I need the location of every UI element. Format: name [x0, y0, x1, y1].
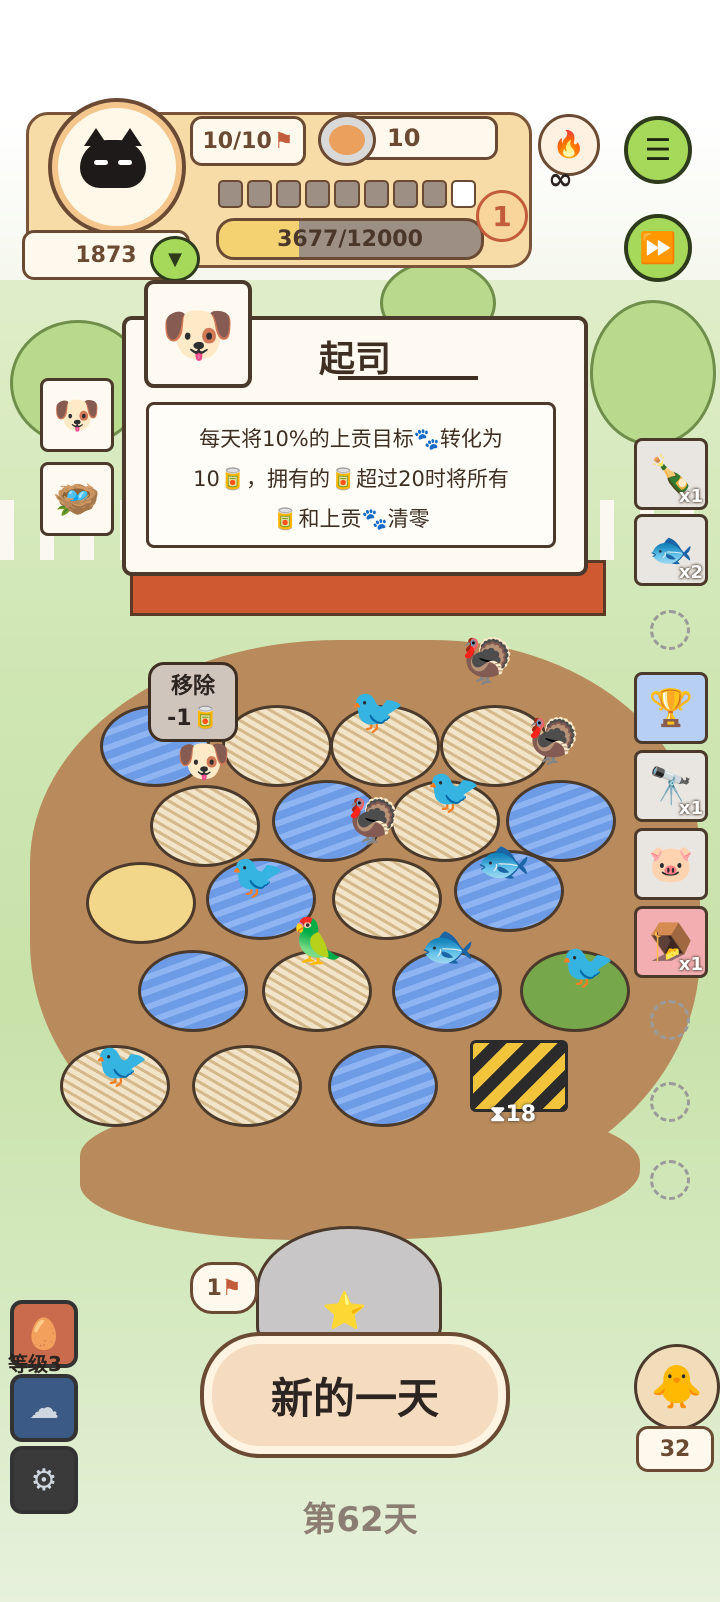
level-label: 等级3	[8, 1352, 62, 1376]
settings-button[interactable]: ⚙	[10, 1446, 78, 1514]
magpie-bird[interactable]: 🐦	[350, 690, 405, 734]
day-label: 第62天	[302, 1500, 418, 1540]
progress-dot	[421, 180, 447, 208]
cloud-icon: ☁	[29, 1390, 59, 1426]
cheese-dog-character[interactable]: 🐶	[176, 740, 231, 784]
parrot-bird[interactable]: 🦜	[290, 920, 345, 964]
item-count: x2	[678, 562, 703, 583]
item-count: x1	[678, 798, 703, 819]
fish-bird[interactable]: 🐟	[476, 840, 531, 884]
fish-bird[interactable]: 🐟	[420, 925, 475, 969]
energy-counter: 10/10 ⚑	[190, 116, 306, 166]
progress-dot	[450, 180, 476, 208]
tooltip-line: 10🥫，拥有的🥫超过20时将所有	[193, 467, 509, 491]
energy-value: 10/10	[202, 128, 272, 154]
egg-icon: 🥚	[25, 1316, 63, 1352]
progress-dot	[334, 180, 360, 208]
item-bottle[interactable]: 🍾 x1	[634, 438, 708, 510]
item-count: x1	[678, 954, 703, 975]
remove-cost: -1🥫	[167, 706, 219, 731]
construction-timer: ⧗18	[490, 1102, 537, 1127]
item-piggy-bank[interactable]: 🐷	[634, 828, 708, 900]
bird-collection-button[interactable]: 🐥	[634, 1344, 720, 1430]
new-day-button[interactable]: 新的一天	[200, 1332, 510, 1458]
progress-dot	[305, 180, 331, 208]
nest-tile[interactable]	[192, 1045, 302, 1127]
level-badge: 1	[476, 190, 528, 242]
coin-value: 10	[387, 124, 421, 152]
progress-dot	[363, 180, 389, 208]
progress-dot	[392, 180, 418, 208]
globe-button[interactable]: ☁	[10, 1374, 78, 1442]
fast-forward-icon: ⏩	[639, 230, 677, 266]
bird-count: 32	[636, 1426, 714, 1472]
hornbill-bird[interactable]: 🦃	[346, 800, 401, 844]
magpie-bird[interactable]: 🐦	[230, 855, 285, 899]
sand-tile[interactable]	[86, 862, 196, 944]
progress-dot	[247, 180, 273, 208]
tin-can-icon	[318, 114, 376, 166]
infinity-label: ∞	[548, 162, 573, 197]
gear-icon: ⚙	[30, 1462, 58, 1498]
nest-card[interactable]: 🪺	[40, 462, 114, 536]
magpie-bird[interactable]: 🐦	[426, 770, 481, 814]
water-tile[interactable]	[328, 1045, 438, 1127]
magpie-bird[interactable]: 🐦	[560, 945, 615, 989]
item-birdcage[interactable]: 🪤 x1	[634, 906, 708, 978]
hornbill-bird[interactable]: 🦃	[526, 720, 581, 764]
tree	[590, 300, 716, 446]
xp-text: 3677/12000	[277, 226, 423, 252]
empty-slot-icon	[650, 610, 690, 650]
item-trophy[interactable]: 🏆	[634, 672, 708, 744]
tooltip-line: 每天将10%的上贡目标🐾转化为	[199, 427, 503, 451]
progress-dot	[218, 180, 244, 208]
piggy-bank-icon: 🐷	[648, 844, 694, 885]
cheese-dog-portrait: 🐶	[144, 280, 252, 388]
flag-count: 1	[206, 1275, 222, 1301]
remove-bubble[interactable]: 移除 -1🥫	[148, 662, 238, 742]
title-underline	[338, 376, 478, 380]
nest-tile[interactable]	[222, 705, 332, 787]
empty-slot-icon	[650, 1000, 690, 1040]
water-tile[interactable]	[138, 950, 248, 1032]
tooltip-line: 🥫和上贡🐾清零	[272, 507, 430, 531]
daily-progress-dots	[218, 180, 476, 210]
flag-count-bubble: 1 ⚑	[190, 1262, 258, 1314]
item-fish[interactable]: 🐟 x2	[634, 514, 708, 586]
flag-icon: ⚑	[221, 1275, 242, 1301]
remove-label: 移除	[170, 674, 215, 699]
progress-dot	[276, 180, 302, 208]
empty-slot-icon	[650, 1082, 690, 1122]
list-icon: ☰	[644, 132, 672, 168]
fast-forward-button[interactable]: ⏩	[624, 214, 692, 282]
item-binoculars[interactable]: 🔭 x1	[634, 750, 708, 822]
black-cat-avatar-icon	[80, 128, 146, 188]
hornbill-bird[interactable]: 🦃	[460, 640, 515, 684]
flag-icon: ⚑	[273, 128, 294, 154]
menu-list-button[interactable]: ☰	[624, 116, 692, 184]
star-icon: ⭐	[322, 1291, 367, 1332]
magpie-bird[interactable]: 🐦	[94, 1044, 149, 1088]
cheese-dog-card[interactable]: 🐶	[40, 378, 114, 452]
xp-progress-bar: 3677/12000	[216, 218, 484, 260]
trophy-icon: 🏆	[648, 688, 694, 729]
expand-chevron-down-icon[interactable]: ▼	[150, 236, 200, 282]
tooltip-description: 每天将10%的上贡目标🐾转化为 10🥫，拥有的🥫超过20时将所有 🥫和上贡🐾清零	[146, 402, 556, 548]
empty-slot-icon	[650, 1160, 690, 1200]
item-count: x1	[678, 486, 703, 507]
